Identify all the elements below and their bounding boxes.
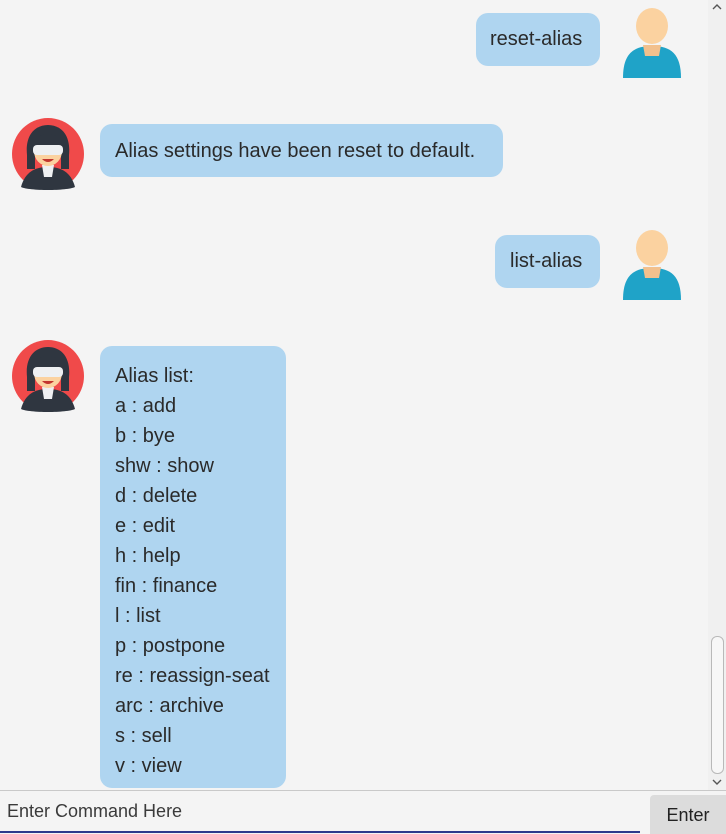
alias-list-line: shw : show bbox=[115, 455, 214, 477]
user-message-text: list-alias bbox=[510, 250, 583, 272]
alias-list-line: fin : finance bbox=[115, 575, 218, 597]
alias-list-line: e : edit bbox=[115, 515, 176, 537]
bot-message-row: Alias list: a : add b : bye shw : show d… bbox=[0, 322, 708, 790]
alias-list-line: h : help bbox=[115, 545, 181, 567]
alias-list-line: a : add bbox=[115, 395, 177, 417]
alias-list-line: b : bye bbox=[115, 425, 176, 447]
alias-list-line: re : reassign-seat bbox=[115, 665, 270, 687]
bot-message-bubble: Alias list: a : add b : bye shw : show d… bbox=[100, 346, 286, 788]
user-avatar-icon bbox=[615, 4, 689, 78]
bot-message-bubble: Alias settings have been reset to defaul… bbox=[100, 124, 503, 177]
alias-list-line: l : list bbox=[115, 605, 161, 627]
chat-dialog-area[interactable]: reset-alias Alias settings have been res… bbox=[0, 0, 708, 790]
bot-message-row: Alias settings have been reset to defaul… bbox=[0, 100, 708, 220]
alias-list-line: arc : archive bbox=[115, 695, 224, 717]
app-window: reset-alias Alias settings have been res… bbox=[0, 0, 726, 834]
bot-message-text: Alias settings have been reset to defaul… bbox=[115, 140, 476, 162]
user-message-row: reset-alias bbox=[0, 0, 708, 100]
chat-scrollbar[interactable] bbox=[708, 0, 726, 790]
scroll-down-arrow-icon[interactable] bbox=[712, 777, 722, 787]
bot-avatar-icon bbox=[11, 339, 85, 413]
user-message-text: reset-alias bbox=[490, 28, 583, 50]
alias-list-line: Alias list: bbox=[115, 365, 194, 387]
user-message-bubble: list-alias bbox=[495, 235, 600, 288]
command-input[interactable] bbox=[0, 791, 640, 833]
enter-button[interactable]: Enter bbox=[650, 795, 726, 834]
alias-list-line: p : postpone bbox=[115, 635, 226, 657]
scrollbar-thumb[interactable] bbox=[711, 636, 724, 774]
bot-avatar-icon bbox=[11, 117, 85, 191]
user-avatar-icon bbox=[615, 226, 689, 300]
user-message-row: list-alias bbox=[0, 222, 708, 322]
alias-list-line: v : view bbox=[115, 755, 182, 777]
scroll-up-arrow-icon[interactable] bbox=[712, 2, 722, 12]
alias-list-line: d : delete bbox=[115, 485, 198, 507]
alias-list-line: s : sell bbox=[115, 725, 172, 747]
user-message-bubble: reset-alias bbox=[476, 13, 600, 66]
command-input-bar: Enter bbox=[0, 790, 726, 834]
